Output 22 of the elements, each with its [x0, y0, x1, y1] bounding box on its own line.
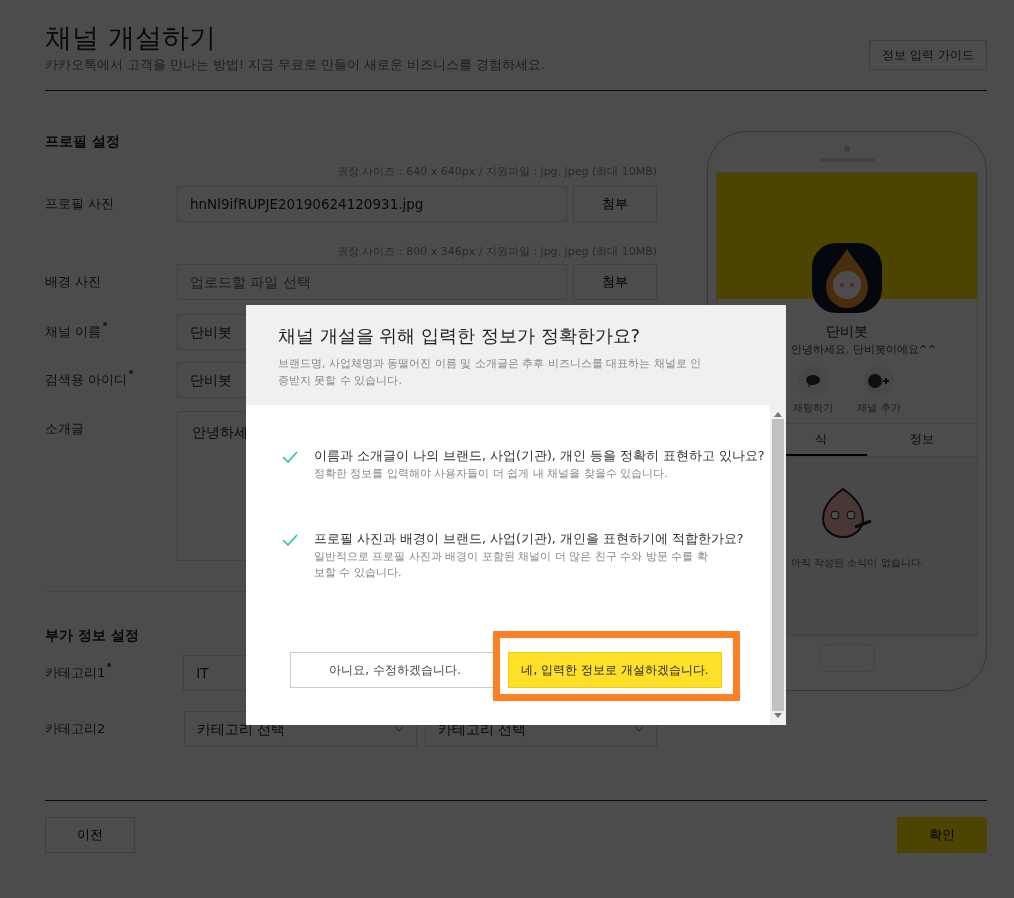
field-label: 프로필 사진	[45, 196, 115, 212]
field-label: 채널 이름	[45, 324, 102, 340]
scroll-up-icon[interactable]	[774, 411, 782, 417]
dialog-description: 브랜드명, 사업체명과 동떨어진 이름 및 소개글은 추후 비즈니스를 대표하는 채널로 인증받지 못할 수 있습니다.	[278, 355, 703, 389]
check-detail: 일반적으로 프로필 사진과 배경이 포함된 채널이 더 많은 친구 수와 방문 수를 확보할 수 있습니다.	[314, 548, 709, 581]
field-label: 카테고리2	[45, 721, 106, 737]
field-label: 배경 사진	[45, 274, 102, 290]
check-detail: 정확한 정보를 입력해야 사용자들이 더 쉽게 내 채널을 찾을수 있습니다.	[314, 465, 669, 482]
channel-name: 단비봇	[825, 322, 869, 341]
field-label: 검색용 아이디	[45, 372, 128, 388]
check-question: 이름과 소개글이 나의 브랜드, 사업(기관), 개인 등을 정확히 표현하고 있나요?	[314, 447, 765, 465]
scroll-down-icon[interactable]	[774, 713, 782, 719]
confirm-open-button[interactable]: 네, 입력한 정보로 개설하겠습니다.	[508, 652, 722, 688]
scrollbar[interactable]	[770, 405, 786, 725]
check-question: 프로필 사진과 배경이 브랜드, 사업(기관), 개인을 표현하기에 적합한가요?	[314, 529, 744, 548]
field-label: 카테고리1	[45, 665, 106, 681]
field-label: 소개글	[45, 421, 84, 436]
scroll-thumb[interactable]	[772, 419, 784, 711]
section-heading: 프로필 설정	[45, 132, 120, 151]
dialog-title: 채널 개설을 위해 입력한 정보가 정확한가요?	[278, 325, 642, 347]
page-title: 채널 개설하기	[45, 21, 217, 55]
section-heading: 부가 정보 설정	[45, 626, 139, 645]
